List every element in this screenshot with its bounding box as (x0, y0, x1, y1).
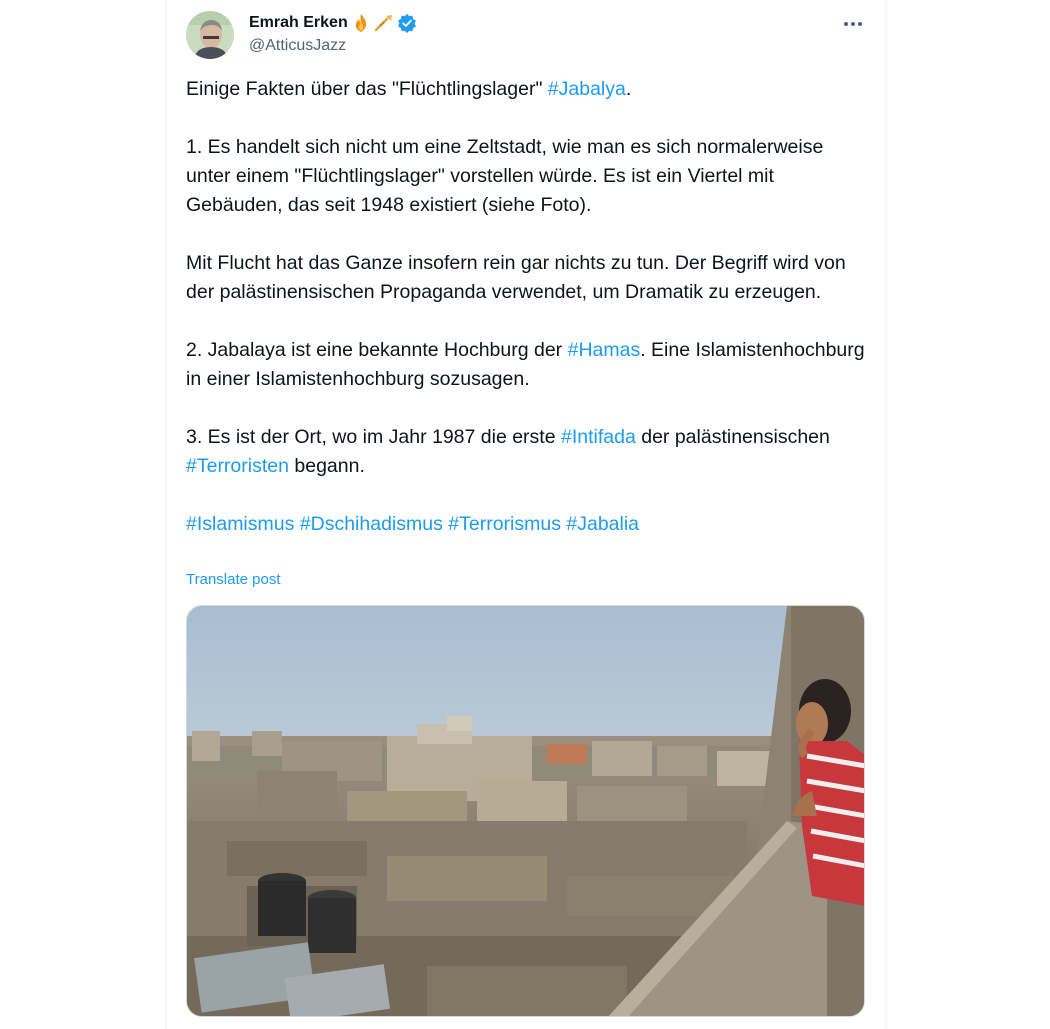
tweet-paragraph-1: Einige Fakten über das "Flüchtlingslager… (186, 75, 866, 104)
hashtag-terroristen[interactable]: #Terroristen (186, 455, 289, 477)
tweet-paragraph-3: Mit Flucht hat das Ganze insofern rein g… (186, 252, 846, 303)
tweet-paragraph-6: #Islamismus #Dschihadismus #Terrorismus … (186, 510, 866, 539)
hashtag-jabalia[interactable]: #Jabalia (566, 513, 639, 535)
tweet-text: Einige Fakten über das "Flüchtlingslager… (186, 75, 866, 539)
hashtag-hamas[interactable]: #Hamas (568, 339, 641, 361)
text-segment: Einige Fakten über das "Flüchtlingslager… (186, 78, 548, 100)
tweet-paragraph-5: 3. Es ist der Ort, wo im Jahr 1987 die e… (186, 423, 866, 481)
text-segment: 2. Jabalaya ist eine bekannte Hochburg d… (186, 339, 568, 361)
tweet-photo[interactable] (186, 605, 865, 1017)
translate-post-link[interactable]: Translate post (186, 571, 281, 588)
tweet-paragraph-2: 1. Es handelt sich nicht um eine Zeltsta… (186, 136, 824, 216)
author-name[interactable]: Emrah Erken (249, 14, 348, 32)
hashtag-jabalya[interactable]: #Jabalya (548, 78, 626, 100)
text-segment: begann. (288, 455, 365, 477)
avatar[interactable] (186, 11, 234, 59)
verified-icon[interactable] (397, 13, 417, 33)
more-dot (851, 22, 855, 26)
fire-emoji-icon (351, 13, 371, 33)
hashtag-islamismus[interactable]: #Islamismus (186, 513, 294, 535)
trumpet-emoji-icon (374, 13, 394, 33)
hashtag-dschihadismus[interactable]: #Dschihadismus (300, 513, 443, 535)
text-segment: 3. Es ist der Ort, wo im Jahr 1987 die e… (186, 426, 561, 448)
more-options-icon[interactable] (843, 14, 863, 34)
author-handle[interactable]: @AtticusJazz (249, 37, 346, 55)
author-name-row[interactable]: Emrah Erken (249, 12, 417, 34)
hashtag-terrorismus[interactable]: #Terrorismus (448, 513, 561, 535)
text-segment: . (625, 78, 632, 100)
hashtag-intifada[interactable]: #Intifada (561, 426, 636, 448)
text-segment: der palästinensischen (635, 426, 830, 448)
tweet-paragraph-4: 2. Jabalaya ist eine bekannte Hochburg d… (186, 336, 866, 394)
more-dot (858, 22, 862, 26)
more-dot (844, 22, 848, 26)
tweet-card: Emrah Erken @AtticusJazz Einige Fakten ü… (166, 0, 886, 1029)
